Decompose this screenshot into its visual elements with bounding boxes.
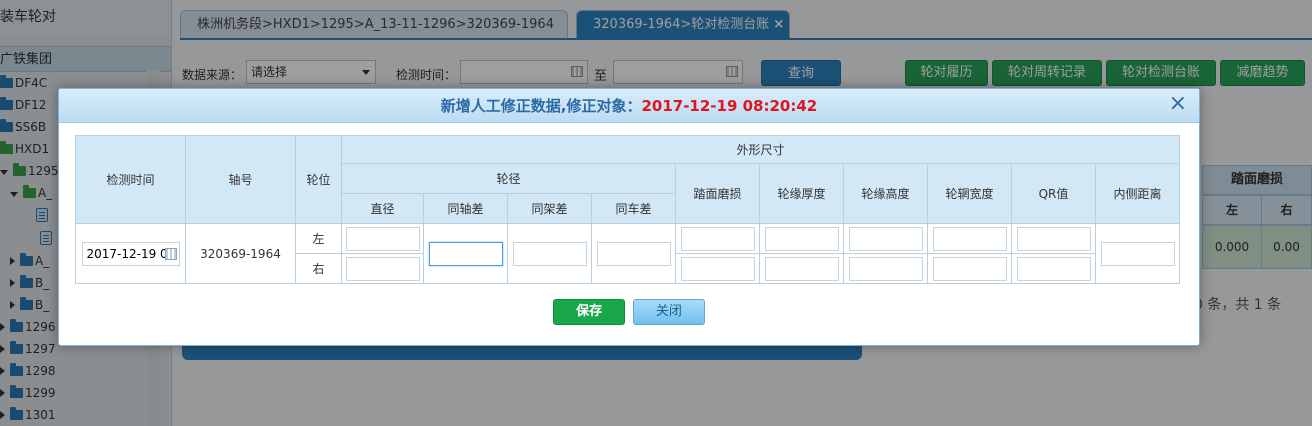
- header-qr-value: QR值: [1011, 163, 1096, 224]
- table-cell: [675, 253, 760, 284]
- same-car-diff-input[interactable]: [596, 241, 671, 266]
- table-cell: [675, 223, 760, 254]
- table-cell: [927, 223, 1012, 254]
- right-rim-width-input[interactable]: [932, 256, 1007, 281]
- table-cell: [1011, 223, 1096, 254]
- right-qr-input[interactable]: [1016, 256, 1091, 281]
- table-cell: [759, 223, 844, 254]
- header-shape-dimensions: 外形尺寸: [341, 135, 1180, 164]
- dialog-footer: 保存 关闭: [59, 299, 1199, 325]
- table-cell: [591, 223, 676, 284]
- table-cell: [341, 253, 424, 284]
- header-wheel-diameter-group: 轮径: [341, 163, 676, 194]
- left-diameter-input[interactable]: [345, 226, 420, 251]
- same-axle-diff-input[interactable]: [428, 241, 503, 266]
- right-diameter-input[interactable]: [345, 256, 420, 281]
- table-cell: [843, 253, 928, 284]
- inner-distance-input[interactable]: [1100, 241, 1175, 266]
- header-same-axle-diff: 同轴差: [423, 193, 508, 224]
- close-button[interactable]: 关闭: [632, 299, 705, 325]
- table-cell: [1095, 223, 1180, 284]
- header-same-car-diff: 同车差: [591, 193, 676, 224]
- table-cell: [423, 223, 508, 284]
- table-cell: [759, 253, 844, 284]
- right-tread-wear-input[interactable]: [680, 256, 755, 281]
- save-button[interactable]: 保存: [553, 299, 626, 325]
- dialog-header: 新增人工修正数据,修正对象：2017-12-19 08:20:42 ×: [59, 89, 1199, 123]
- inspection-time-wrapper: [81, 241, 180, 266]
- header-rim-width: 轮辋宽度: [927, 163, 1012, 224]
- table-cell: [341, 223, 424, 254]
- close-icon[interactable]: ×: [1169, 89, 1187, 119]
- right-wheel-label: 右: [295, 253, 342, 284]
- same-frame-diff-input[interactable]: [512, 241, 587, 266]
- header-wheel-position: 轮位: [295, 135, 342, 224]
- table-cell: [1011, 253, 1096, 284]
- left-rim-width-input[interactable]: [932, 226, 1007, 251]
- table-cell: [843, 223, 928, 254]
- header-flange-thickness: 轮缘厚度: [759, 163, 844, 224]
- header-same-frame-diff: 同架差: [507, 193, 592, 224]
- manual-correction-dialog: 新增人工修正数据,修正对象：2017-12-19 08:20:42 × 检测时间…: [58, 88, 1200, 346]
- table-cell: [927, 253, 1012, 284]
- header-tread-wear: 踏面磨损: [675, 163, 760, 224]
- right-flange-height-input[interactable]: [848, 256, 923, 281]
- header-inner-distance: 内侧距离: [1095, 163, 1180, 224]
- correction-table: 检测时间 轴号 轮位 外形尺寸 轮径 踏面磨损 轮缘厚度 轮缘高度 轮辋宽度 Q…: [75, 135, 1180, 284]
- header-axle-number: 轴号: [185, 135, 296, 224]
- calendar-icon[interactable]: [164, 247, 177, 260]
- header-inspection-time: 检测时间: [75, 135, 186, 224]
- dialog-title: 新增人工修正数据,修正对象：: [440, 97, 642, 115]
- header-diameter: 直径: [341, 193, 424, 224]
- left-flange-height-input[interactable]: [848, 226, 923, 251]
- header-flange-height: 轮缘高度: [843, 163, 928, 224]
- axle-number-cell: 320369-1964: [185, 223, 296, 284]
- left-flange-thickness-input[interactable]: [764, 226, 839, 251]
- left-wheel-label: 左: [295, 223, 342, 254]
- left-tread-wear-input[interactable]: [680, 226, 755, 251]
- left-qr-input[interactable]: [1016, 226, 1091, 251]
- inspection-time-cell: [75, 223, 186, 284]
- right-flange-thickness-input[interactable]: [764, 256, 839, 281]
- table-cell: [507, 223, 592, 284]
- dialog-title-timestamp: 2017-12-19 08:20:42: [641, 97, 818, 115]
